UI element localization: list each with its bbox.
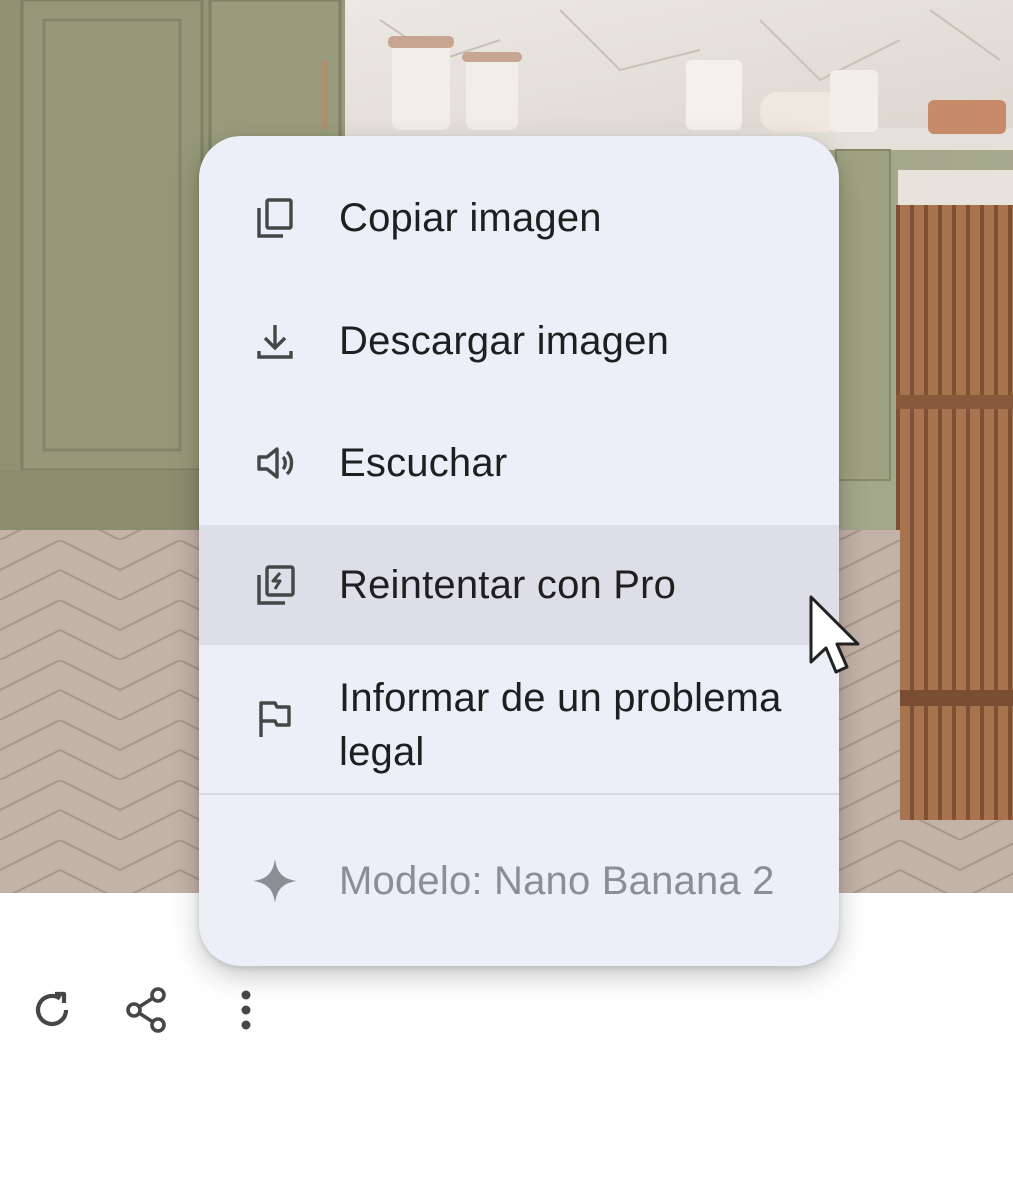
menu-item-retry-with-pro[interactable]: Reintentar con Pro — [199, 525, 839, 645]
mouse-cursor-icon — [806, 594, 866, 680]
menu-item-download-image[interactable]: Descargar imagen — [199, 281, 839, 401]
copy-icon — [251, 194, 299, 242]
model-label: Modelo: Nano Banana 2 — [339, 859, 775, 903]
menu-item-copy-image[interactable]: Copiar imagen — [199, 158, 839, 278]
refresh-icon — [29, 987, 75, 1038]
download-icon — [251, 317, 299, 365]
refresh-button[interactable] — [26, 986, 78, 1038]
share-icon — [122, 986, 170, 1039]
menu-item-report-legal-issue[interactable]: Informar de un problema legal — [199, 647, 839, 793]
speaker-icon — [251, 439, 299, 487]
context-menu: Copiar imagen Descargar imagen Escuchar — [199, 136, 839, 966]
more-options-button[interactable] — [220, 986, 272, 1038]
menu-item-label: Reintentar con Pro — [339, 563, 677, 607]
menu-item-label: Escuchar — [339, 441, 508, 485]
menu-item-label: Informar de un problema legal — [339, 676, 782, 774]
retry-pro-icon — [251, 561, 299, 609]
model-info: Modelo: Nano Banana 2 — [199, 821, 839, 941]
more-vertical-icon — [236, 986, 256, 1039]
menu-item-label: Descargar imagen — [339, 319, 670, 363]
share-button[interactable] — [120, 986, 172, 1038]
flag-icon — [251, 695, 299, 743]
menu-divider — [199, 793, 839, 795]
menu-item-listen[interactable]: Escuchar — [199, 403, 839, 523]
menu-item-label: Copiar imagen — [339, 196, 602, 240]
sparkle-icon — [251, 857, 299, 905]
